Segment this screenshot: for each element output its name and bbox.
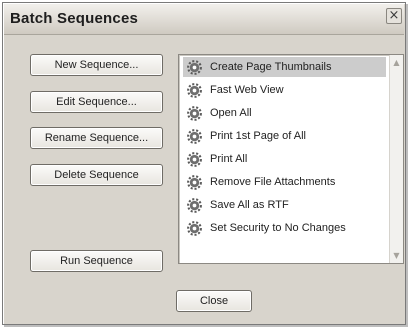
list-item[interactable]: Print 1st Page of All [183,126,386,146]
dialog-title: Batch Sequences [10,10,139,27]
list-item-label: Print All [210,153,248,165]
list-item-label: Fast Web View [210,84,284,96]
list-item-label: Print 1st Page of All [210,130,306,142]
gear-icon [187,105,202,121]
list-item-label: Save All as RTF [210,199,289,211]
gear-icon [187,220,202,236]
list-item[interactable]: Open All [183,103,386,123]
scrollbar[interactable]: ▲ ▼ [389,55,403,263]
gear-icon [187,82,202,98]
sequence-list[interactable]: Create Page Thumbnails Fast Web View Open … [178,54,404,264]
gear-icon [187,174,202,190]
new-sequence-button[interactable]: New Sequence... [30,54,163,76]
close-button[interactable]: Close [176,290,252,312]
list-item[interactable]: Set Security to No Changes [183,218,386,238]
batch-sequences-dialog: Batch Sequences × New Sequence... Edit S… [2,2,406,325]
gear-icon [187,151,202,167]
scroll-down-icon[interactable]: ▼ [390,249,403,262]
list-item-label: Remove File Attachments [210,176,336,188]
list-item-label: Set Security to No Changes [210,222,346,234]
gear-icon [187,128,202,144]
list-item-label: Create Page Thumbnails [210,61,332,73]
close-icon[interactable]: × [386,8,402,24]
list-item[interactable]: Print All [183,149,386,169]
list-item[interactable]: Create Page Thumbnails [183,57,386,77]
run-sequence-button[interactable]: Run Sequence [30,250,163,272]
gear-icon [187,59,202,75]
list-item[interactable]: Remove File Attachments [183,172,386,192]
list-item-label: Open All [210,107,252,119]
list-item[interactable]: Save All as RTF [183,195,386,215]
scroll-up-icon[interactable]: ▲ [390,56,403,69]
edit-sequence-button[interactable]: Edit Sequence... [30,91,163,113]
gear-icon [187,197,202,213]
delete-sequence-button[interactable]: Delete Sequence [30,164,163,186]
title-bar[interactable]: Batch Sequences × [4,4,404,35]
list-item[interactable]: Fast Web View [183,80,386,100]
rename-sequence-button[interactable]: Rename Sequence... [30,127,163,149]
